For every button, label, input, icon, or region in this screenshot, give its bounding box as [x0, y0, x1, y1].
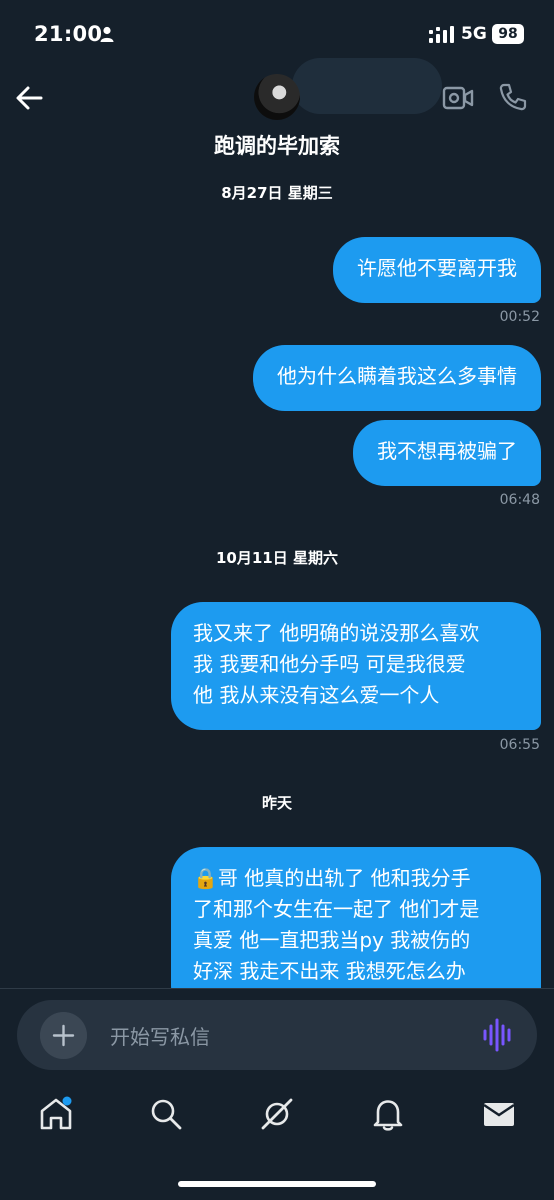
home-indicator: [178, 1181, 376, 1187]
plus-icon[interactable]: [40, 1012, 87, 1059]
mail-icon[interactable]: [481, 1096, 517, 1132]
home-icon[interactable]: [38, 1096, 74, 1132]
voice-wave-icon[interactable]: [482, 1018, 514, 1052]
message-line: 了和那个女生在一起了 他们才是: [193, 897, 480, 921]
message-line: 真爱 他一直把我当py 我被伤的: [193, 928, 471, 952]
message-composer[interactable]: [17, 1000, 537, 1070]
message-bubble[interactable]: 🔒哥 他真的出轨了 他和我分手 了和那个女生在一起了 他们才是 真爱 他一直把我…: [171, 847, 541, 988]
message-list-clip: 🔒哥 他真的出轨了 他和我分手 了和那个女生在一起了 他们才是 真爱 他一直把我…: [0, 0, 554, 988]
grok-icon[interactable]: [259, 1096, 295, 1132]
search-icon[interactable]: [148, 1096, 184, 1132]
message-line: 🔒哥 他真的出轨了 他和我分手: [193, 866, 471, 890]
composer-divider: [0, 988, 554, 989]
message-input[interactable]: 开始写私信: [110, 1021, 210, 1050]
bell-icon[interactable]: [370, 1096, 406, 1132]
message-line: 好深 我走不出来 我想死怎么办: [193, 959, 466, 983]
